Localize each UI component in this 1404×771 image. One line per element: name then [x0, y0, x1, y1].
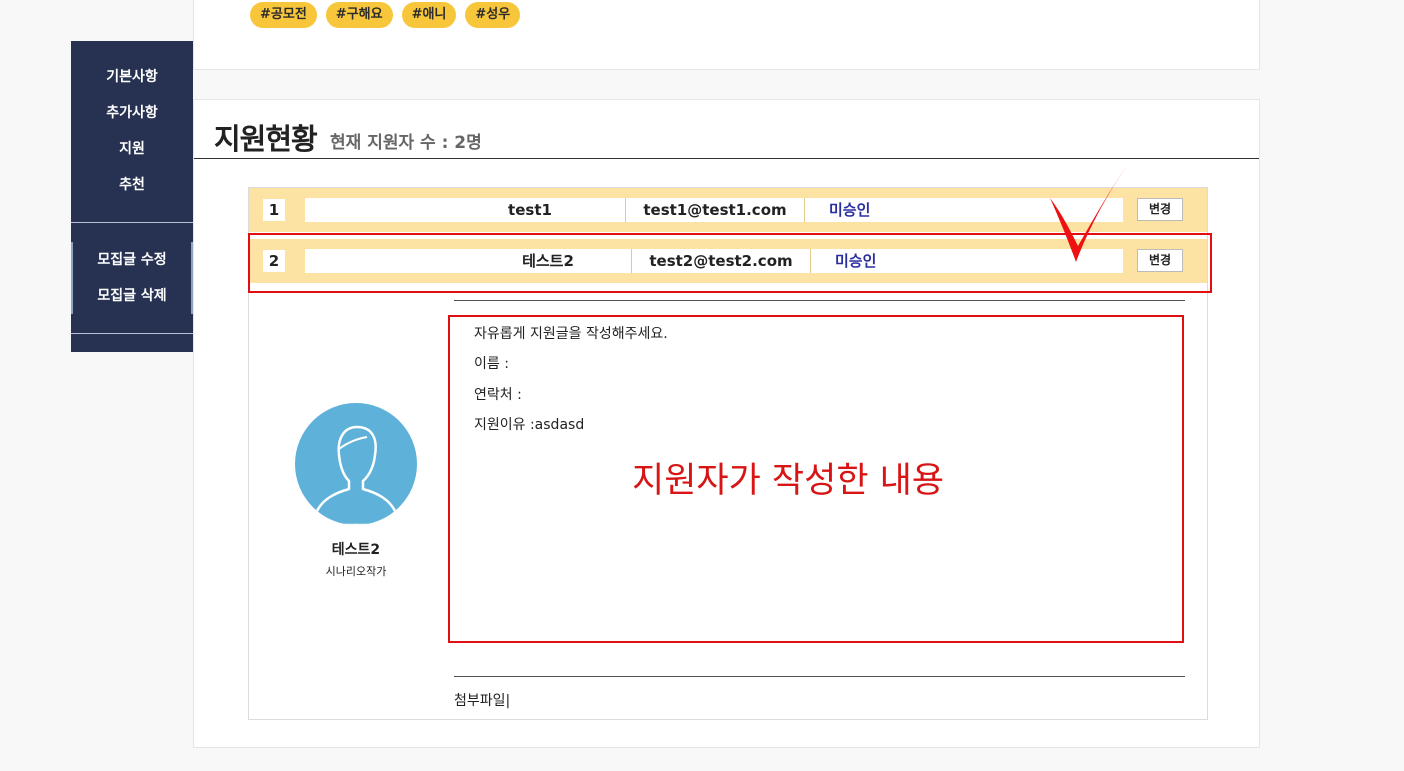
- change-status-button[interactable]: 변경: [1137, 198, 1183, 221]
- sidebar-item-additional[interactable]: 추가사항: [71, 100, 193, 136]
- tag-voice-actor[interactable]: #성우: [465, 2, 521, 28]
- avatar: [295, 403, 417, 525]
- delete-post-button[interactable]: 모집글 삭제: [71, 283, 193, 319]
- detail-top-divider: [454, 300, 1185, 301]
- applicant-email: test1@test1.com: [643, 201, 787, 219]
- edit-post-button[interactable]: 모집글 수정: [71, 247, 193, 283]
- sidebar-nav: 기본사항 추가사항 지원 추천: [71, 41, 193, 208]
- sidebar-actions: 모집글 수정 모집글 삭제: [71, 247, 193, 319]
- tag-anime[interactable]: #애니: [401, 2, 457, 28]
- sidebar: 기본사항 추가사항 지원 추천 모집글 수정 모집글 삭제: [71, 41, 193, 352]
- applicant-count: 현재 지원자 수 : 2명: [330, 133, 482, 153]
- sidebar-item-basic[interactable]: 기본사항: [71, 64, 193, 100]
- status-badge: 미승인: [829, 201, 871, 219]
- page-title: 지원현황: [214, 122, 318, 156]
- sidebar-item-recommend[interactable]: 추천: [71, 172, 193, 208]
- tag-wanted[interactable]: #구해요: [325, 2, 393, 28]
- applicant-name: test1: [508, 201, 552, 219]
- sidebar-divider: [71, 333, 193, 334]
- row-number: 1: [263, 199, 285, 221]
- person-silhouette-icon: [313, 425, 399, 525]
- cell-divider: [804, 198, 805, 222]
- tag-list: #공모전 #구해요 #애니 #성우: [250, 2, 521, 28]
- attachment-label[interactable]: 첨부파일|: [454, 690, 510, 710]
- tag-card: #공모전 #구해요 #애니 #성우: [193, 0, 1260, 70]
- sidebar-divider: [71, 222, 193, 223]
- check-mark-icon: [1050, 164, 1128, 262]
- tag-contest[interactable]: #공모전: [250, 2, 317, 28]
- detail-bottom-divider: [454, 676, 1185, 677]
- applicant-profile-name: 테스트2: [331, 542, 381, 558]
- annotation-highlight-content: [448, 315, 1184, 643]
- title-divider: [194, 158, 1259, 159]
- applicant-profile-role: 시나리오작가: [325, 565, 387, 578]
- sidebar-item-apply[interactable]: 지원: [71, 136, 193, 172]
- row-info: test1 test1@test1.com 미승인: [305, 198, 1123, 222]
